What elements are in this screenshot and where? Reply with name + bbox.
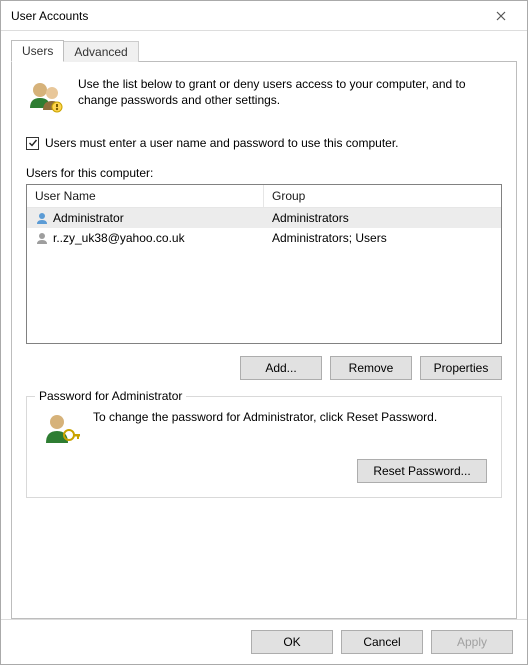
user-icon (35, 211, 49, 225)
dialog-footer: OK Cancel Apply (1, 619, 527, 664)
require-login-label: Users must enter a user name and passwor… (45, 136, 399, 150)
tab-advanced[interactable]: Advanced (63, 41, 138, 62)
user-icon (35, 231, 49, 245)
dialog-body: Users Advanced Use the list below to (1, 31, 527, 619)
remove-button[interactable]: Remove (330, 356, 412, 380)
cancel-button[interactable]: Cancel (341, 630, 423, 654)
intro-text: Use the list below to grant or deny user… (78, 76, 502, 116)
password-groupbox: Password for Administrator To change the… (26, 396, 502, 498)
ok-button[interactable]: OK (251, 630, 333, 654)
users-icon (26, 76, 66, 116)
password-group-title: Password for Administrator (35, 389, 186, 403)
cell-group: Administrators (272, 211, 349, 225)
close-icon (496, 11, 506, 21)
tab-panel-users: Use the list below to grant or deny user… (11, 61, 517, 619)
require-login-checkbox[interactable] (26, 137, 39, 150)
list-buttons-row: Add... Remove Properties (26, 356, 502, 380)
table-row[interactable]: Administrator Administrators (27, 208, 501, 228)
require-login-row[interactable]: Users must enter a user name and passwor… (26, 136, 502, 150)
close-button[interactable] (481, 2, 521, 30)
cell-user-name: Administrator (53, 211, 124, 225)
titlebar: User Accounts (1, 1, 527, 31)
password-group-text: To change the password for Administrator… (93, 409, 437, 425)
intro-row: Use the list below to grant or deny user… (26, 76, 502, 116)
column-user-name[interactable]: User Name (27, 185, 264, 207)
tab-users[interactable]: Users (11, 40, 64, 62)
users-list-label: Users for this computer: (26, 166, 502, 180)
properties-button[interactable]: Properties (420, 356, 502, 380)
reset-password-button[interactable]: Reset Password... (357, 459, 487, 483)
window-title: User Accounts (11, 9, 88, 23)
cell-group: Administrators; Users (272, 231, 387, 245)
column-group[interactable]: Group (264, 185, 501, 207)
users-listview[interactable]: User Name Group Administrator Administra… (26, 184, 502, 344)
table-row[interactable]: r..zy_uk38@yahoo.co.uk Administrators; U… (27, 228, 501, 248)
user-accounts-dialog: User Accounts Users Advanced (0, 0, 528, 665)
apply-button[interactable]: Apply (431, 630, 513, 654)
listview-header: User Name Group (27, 185, 501, 208)
check-icon (28, 138, 38, 148)
cell-user-name: r..zy_uk38@yahoo.co.uk (53, 231, 185, 245)
tabstrip: Users Advanced (11, 40, 517, 62)
user-key-icon (41, 409, 81, 449)
add-button[interactable]: Add... (240, 356, 322, 380)
